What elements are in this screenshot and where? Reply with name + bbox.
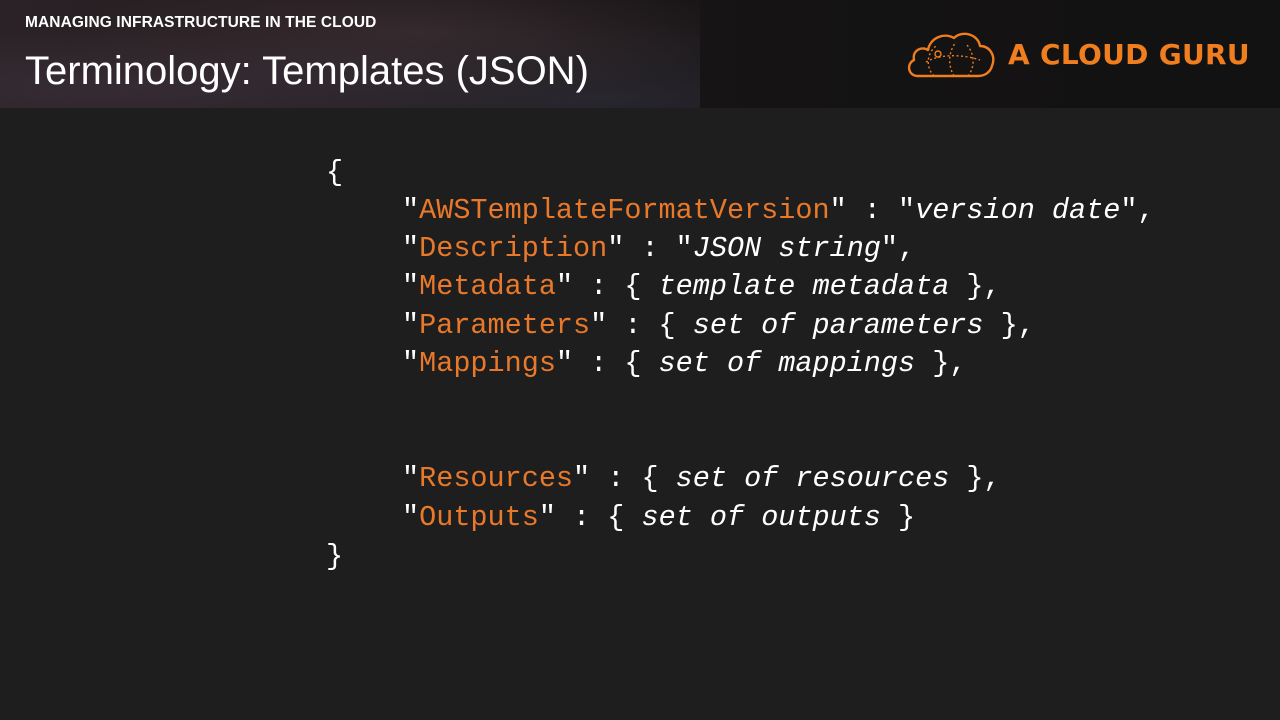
line-end: }, <box>983 309 1035 342</box>
json-value: JSON string <box>692 232 881 265</box>
json-key: Outputs <box>419 501 539 534</box>
line-end: }, <box>915 347 967 380</box>
separator: " : { <box>555 270 659 303</box>
cloud-logo-icon <box>907 32 995 78</box>
separator: " : " <box>607 232 693 265</box>
separator: " : { <box>555 347 659 380</box>
brand-logo: A CLOUD GURU <box>904 26 1250 82</box>
json-key: Metadata <box>419 270 556 303</box>
quote: " <box>402 309 420 342</box>
line-end: }, <box>949 462 1001 495</box>
code-line-resources: "Resources" : { set of resources }, <box>402 460 1001 498</box>
quote: " <box>402 462 420 495</box>
quote: " <box>402 270 420 303</box>
json-value: set of parameters <box>692 309 984 342</box>
json-value: set of resources <box>675 462 950 495</box>
line-end: } <box>880 501 916 534</box>
json-value: set of mappings <box>658 347 916 380</box>
close-brace: } <box>326 540 344 573</box>
json-key: Mappings <box>419 347 556 380</box>
code-line-awstemplateformatversion: "AWSTemplateFormatVersion" : "version da… <box>402 192 1155 230</box>
json-key: Parameters <box>419 309 591 342</box>
line-end: }, <box>949 270 1001 303</box>
slide-header: MANAGING INFRASTRUCTURE IN THE CLOUD Ter… <box>0 0 1280 108</box>
logo-text: A CLOUD GURU <box>1008 37 1250 71</box>
code-line-metadata: "Metadata" : { template metadata }, <box>402 268 1001 306</box>
code-line-parameters: "Parameters" : { set of parameters }, <box>402 307 1035 345</box>
code-line-outputs: "Outputs" : { set of outputs } <box>402 499 915 537</box>
line-end: ", <box>1120 194 1155 227</box>
separator: " : { <box>538 501 642 534</box>
json-key: Resources <box>419 462 574 495</box>
json-key: Description <box>419 232 608 265</box>
json-value: set of outputs <box>641 501 881 534</box>
separator: " : " <box>829 194 916 227</box>
quote: " <box>402 194 420 227</box>
separator: " : { <box>590 309 693 342</box>
json-value: template metadata <box>658 270 950 303</box>
quote: " <box>402 347 420 380</box>
json-key: AWSTemplateFormatVersion <box>419 194 830 227</box>
course-title: MANAGING INFRASTRUCTURE IN THE CLOUD <box>25 14 377 31</box>
json-value: version date <box>915 194 1121 227</box>
line-end: ", <box>880 232 916 265</box>
slide-title: Terminology: Templates (JSON) <box>25 49 589 93</box>
quote: " <box>402 232 420 265</box>
separator: " : { <box>573 462 676 495</box>
code-line-mappings: "Mappings" : { set of mappings }, <box>402 345 966 383</box>
code-line-description: "Description" : "JSON string", <box>402 230 915 268</box>
quote: " <box>402 501 420 534</box>
open-brace: { <box>326 156 344 189</box>
